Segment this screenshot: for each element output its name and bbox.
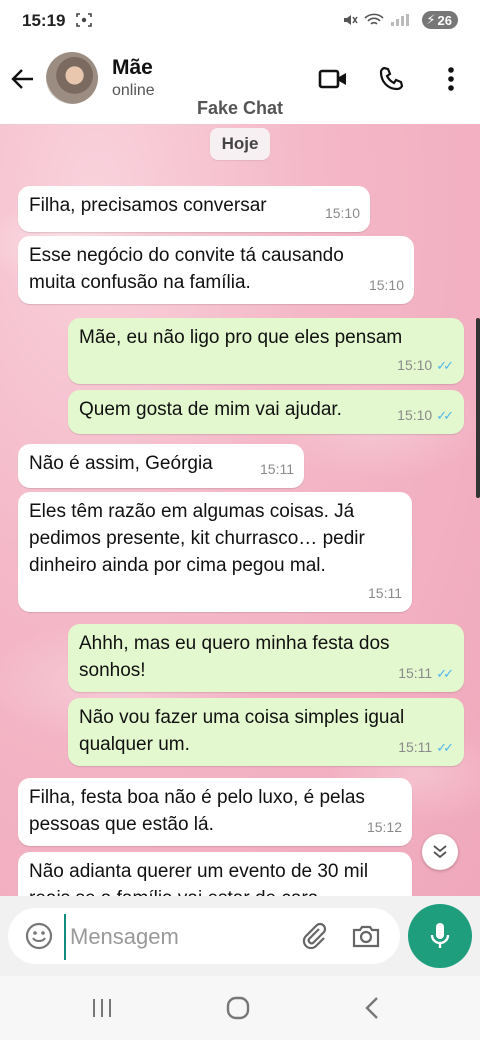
message-time: 15:11 [368, 585, 402, 601]
emoji-icon[interactable] [24, 921, 54, 951]
message-outgoing[interactable]: Ahhh, mas eu quero minha festa dos sonho… [68, 624, 464, 692]
voice-call-button[interactable] [374, 62, 408, 96]
watermark: Fake Chat [196, 98, 284, 118]
message-text: Não adianta querer um evento de 30 mil r… [29, 861, 369, 896]
more-vert-icon [448, 67, 454, 91]
message-time: 15:10 [397, 357, 433, 373]
message-text: Filha, festa boa não é pelo luxo, é pela… [29, 787, 365, 835]
attach-icon[interactable] [298, 920, 330, 952]
contact-name[interactable]: Mãe [112, 56, 153, 80]
system-nav-bar [0, 976, 480, 1040]
chat-area[interactable]: Hoje Filha, precisamos conversar 15:10 E… [0, 124, 480, 896]
read-receipt-icon: ✓✓ [436, 358, 454, 373]
video-call-icon [318, 69, 346, 89]
mic-icon [430, 923, 450, 948]
status-bar: 15:19 ⚡ 26 [0, 0, 480, 44]
video-call-button[interactable] [316, 62, 350, 96]
signal-icon [391, 14, 410, 26]
message-outgoing[interactable]: Não vou fazer uma coisa simples igual qu… [68, 698, 464, 766]
message-time: 15:10 [368, 277, 404, 293]
status-time: 15:19 [22, 11, 66, 30]
message-meta: 15:11 ✓✓ [398, 734, 454, 761]
message-time: 15:11 [398, 665, 433, 681]
read-receipt-icon: ✓✓ [436, 666, 454, 681]
back-nav-icon [365, 997, 378, 1019]
message-time: 15:11 [260, 461, 294, 477]
message-text: Filha, precisamos conversar [29, 195, 267, 216]
message-meta: 15:12 [367, 814, 402, 841]
mute-icon [344, 15, 359, 25]
message-incoming[interactable]: Esse negócio do convite tá causando muit… [18, 236, 414, 304]
message-incoming[interactable]: Eles têm razão em algumas coisas. Já ped… [18, 492, 412, 612]
message-meta: 15:11 [368, 580, 402, 607]
message-outgoing[interactable]: Mãe, eu não ligo pro que eles pensam 15:… [68, 318, 464, 384]
message-text: Esse negócio do convite tá causando muit… [29, 245, 344, 293]
avatar[interactable] [46, 52, 98, 104]
message-meta: 15:10 ✓✓ [397, 352, 454, 379]
back-arrow-icon [11, 69, 33, 89]
battery-level: 26 [437, 12, 452, 28]
composer [8, 908, 400, 964]
battery-bolt-icon: ⚡ [426, 12, 436, 27]
chevron-down-icon [433, 845, 447, 859]
message-time: 15:10 [324, 205, 360, 221]
screen-record-icon [76, 13, 92, 27]
date-chip: Hoje [210, 128, 270, 160]
recent-apps-button[interactable] [82, 992, 122, 1024]
message-meta: 15:11 [260, 456, 294, 483]
home-icon [226, 996, 250, 1020]
voice-message-button[interactable] [408, 904, 472, 968]
message-meta: 15:10 ✓✓ [397, 402, 454, 429]
message-incoming[interactable]: Filha, festa boa não é pelo luxo, é pela… [18, 778, 412, 846]
back-button[interactable] [8, 64, 38, 94]
message-incoming[interactable]: Não é assim, Geórgia 15:11 [18, 444, 304, 488]
back-nav-button[interactable] [352, 992, 392, 1024]
message-outgoing[interactable]: Quem gosta de mim vai ajudar. 15:10 ✓✓ [68, 390, 464, 434]
camera-icon[interactable] [350, 920, 382, 952]
message-incoming[interactable]: Filha, precisamos conversar 15:10 [18, 186, 370, 232]
message-text: Mãe, eu não ligo pro que eles pensam [79, 327, 403, 348]
recent-apps-icon [93, 999, 111, 1017]
message-meta: 15:11 ✓✓ [398, 660, 454, 687]
message-time: 15:10 [397, 407, 433, 423]
battery-indicator: ⚡ 26 [422, 11, 458, 29]
message-meta: 15:10 [325, 200, 360, 227]
message-input[interactable] [64, 914, 292, 960]
message-text: Não é assim, Geórgia [29, 453, 213, 474]
message-meta: 15:10 [369, 272, 404, 299]
phone-icon [379, 66, 404, 91]
message-text: Eles têm razão em algumas coisas. Já ped… [29, 501, 365, 576]
read-receipt-icon: ✓✓ [436, 740, 454, 755]
status-icons: ⚡ 26 [342, 11, 458, 29]
message-time: 15:12 [366, 819, 402, 835]
more-options-button[interactable] [434, 62, 468, 96]
message-incoming[interactable]: Não adianta querer um evento de 30 mil r… [18, 852, 412, 896]
read-receipt-icon: ✓✓ [436, 408, 454, 423]
wifi-icon [364, 13, 384, 25]
message-time: 15:11 [398, 739, 433, 755]
composer-bar [0, 896, 480, 976]
chat-header: Mãe online Fake Chat [0, 44, 480, 124]
home-button[interactable] [218, 992, 258, 1024]
scrollbar[interactable] [476, 318, 480, 498]
scroll-to-bottom-button[interactable] [422, 834, 458, 870]
